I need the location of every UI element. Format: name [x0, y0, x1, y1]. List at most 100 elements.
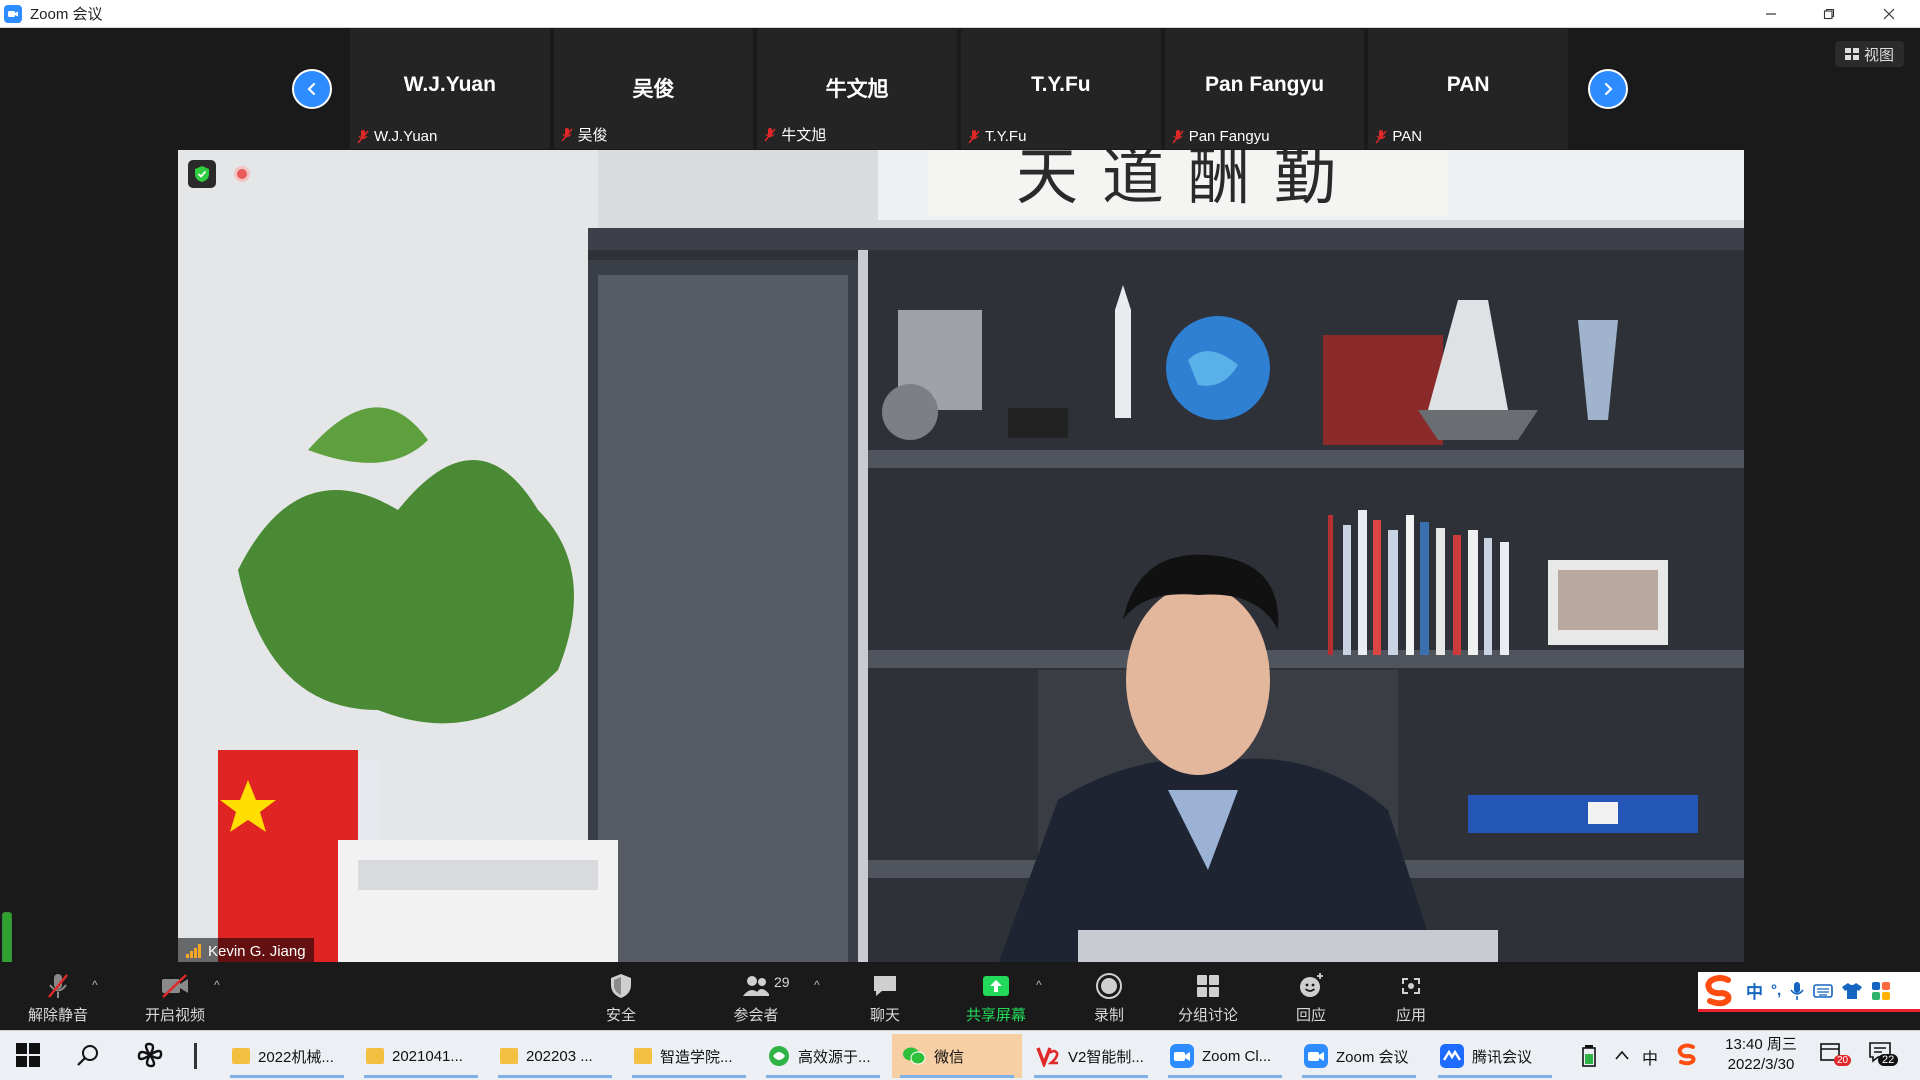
speaker-name: Kevin G. Jiang	[208, 942, 306, 960]
view-button-label: 视图	[1863, 46, 1894, 64]
participants-button[interactable]: 参会者	[728, 962, 784, 1030]
taskbar-item-folder-2022[interactable]: 2022机械...	[222, 1034, 352, 1078]
mic-muted-icon	[968, 129, 980, 143]
reactions-button[interactable]: 回应	[1290, 962, 1332, 1030]
minimize-button[interactable]	[1742, 0, 1800, 28]
record-button[interactable]: 录制	[1088, 962, 1130, 1030]
active-speaker-video[interactable]: 天道酬勤 Kevin G. Jiang	[178, 150, 1744, 964]
battery-icon[interactable]	[1582, 1045, 1596, 1067]
notification-count: 22	[1878, 1054, 1899, 1066]
apps-label: 应用	[1395, 1007, 1426, 1024]
taskbar-item-browser[interactable]: 高效源于...	[758, 1034, 888, 1078]
participant-tile[interactable]: Pan Fangyu Pan Fangyu	[1164, 29, 1365, 149]
ime-language-toggle[interactable]: 中	[1746, 978, 1763, 1003]
audio-options-caret[interactable]: ^	[92, 978, 98, 992]
ime-toolbox-icon[interactable]	[1871, 981, 1891, 1001]
v2-icon	[1036, 1047, 1059, 1067]
participants-options-caret[interactable]: ^	[814, 978, 820, 992]
calligraphy-text: 天道酬勤	[1016, 150, 1360, 213]
participant-tile[interactable]: 吴俊 吴俊	[553, 29, 754, 149]
pinned-app-button[interactable]	[136, 1041, 164, 1074]
taskbar-item-folder-zhizao[interactable]: 智造学院...	[624, 1034, 754, 1078]
chat-bubble-icon	[874, 976, 896, 996]
participant-display-name: 吴俊	[632, 78, 675, 101]
ime-skin-icon[interactable]	[1841, 982, 1863, 1000]
ime-punctuation-toggle[interactable]: °,	[1771, 982, 1781, 999]
share-options-caret[interactable]: ^	[1036, 978, 1042, 992]
security-label: 安全	[605, 1007, 636, 1024]
video-options-caret[interactable]: ^	[214, 978, 220, 992]
taskbar-item-label: Zoom 会议	[1336, 1048, 1409, 1066]
participant-name-label: 牛文旭	[781, 127, 827, 144]
folder-icon	[366, 1048, 384, 1064]
ime-toolbar: 中 °,	[1698, 972, 1920, 1012]
taskbar-item-label: 202203 ...	[526, 1047, 593, 1065]
record-icon	[1096, 973, 1122, 999]
start-button[interactable]	[16, 1043, 40, 1072]
taskbar-item-label: Zoom Cl...	[1202, 1047, 1272, 1065]
apps-button[interactable]: 应用	[1390, 962, 1432, 1030]
taskbar-item-indicator	[1438, 1075, 1552, 1078]
view-button[interactable]: 视图	[1834, 41, 1904, 67]
taskbar-item-folder-2021041[interactable]: 2021041...	[356, 1034, 486, 1078]
calendar-badge: 20	[1834, 1055, 1852, 1066]
encryption-shield-button[interactable]	[188, 160, 216, 188]
participant-display-name: 牛文旭	[825, 78, 889, 101]
participant-name-label: W.J.Yuan	[374, 128, 438, 145]
taskbar-item-label: 腾讯会议	[1472, 1048, 1533, 1066]
taskbar-item-indicator	[364, 1075, 478, 1078]
folder-icon	[232, 1048, 250, 1064]
security-button[interactable]: 安全	[596, 962, 646, 1030]
notification-center-button[interactable]: 22	[1868, 1041, 1908, 1073]
shield-check-icon	[195, 166, 209, 182]
taskbar-item-label: 高效源于...	[798, 1048, 871, 1066]
participant-tile[interactable]: T.Y.Fu T.Y.Fu	[961, 29, 1161, 149]
chevron-up-icon[interactable]	[1614, 1049, 1630, 1061]
grid-view-icon	[1844, 48, 1859, 60]
recording-indicator-icon	[234, 166, 250, 182]
taskbar-item-label: 微信	[934, 1048, 965, 1066]
share-screen-icon	[983, 976, 1009, 996]
taskbar-clock[interactable]: 13:40 周三 2022/3/30	[1708, 1035, 1814, 1077]
ime-keyboard-icon[interactable]	[1813, 983, 1833, 999]
sogou-ime-logo-icon[interactable]	[1702, 974, 1738, 1008]
tray-ime-language[interactable]: 中	[1642, 1045, 1658, 1069]
clock-date: 2022/3/30	[1727, 1056, 1795, 1073]
taskbar-item-v2[interactable]: V2智能制...	[1026, 1034, 1156, 1078]
participant-name-label: PAN	[1392, 128, 1423, 145]
taskbar-item-zoom-meeting[interactable]: Zoom 会议	[1294, 1034, 1424, 1078]
participant-tile[interactable]: 牛文旭 牛文旭	[757, 29, 958, 149]
taskbar-item-zoom-client[interactable]: Zoom Cl...	[1160, 1034, 1290, 1078]
taskbar-item-tencent-meeting[interactable]: 腾讯会议	[1430, 1034, 1560, 1078]
mic-muted-icon	[48, 974, 68, 998]
calendar-tray-button[interactable]: 20	[1820, 1041, 1852, 1071]
participant-tile[interactable]: W.J.Yuan W.J.Yuan	[350, 29, 550, 149]
search-button[interactable]	[76, 1043, 100, 1072]
taskbar-item-indicator	[766, 1075, 880, 1078]
close-button[interactable]	[1860, 0, 1918, 28]
prev-page-button[interactable]	[292, 69, 332, 109]
breakout-grid-icon	[1197, 975, 1219, 997]
share-screen-button[interactable]: 共享屏幕	[962, 962, 1030, 1030]
taskbar-item-indicator	[632, 1075, 746, 1078]
taskbar-item-indicator	[1302, 1075, 1416, 1078]
taskbar-item-folder-202203[interactable]: 202203 ...	[490, 1034, 620, 1078]
start-video-button[interactable]: 开启视频	[138, 962, 212, 1030]
taskbar-item-wechat[interactable]: 微信	[892, 1034, 1022, 1078]
breakout-rooms-button[interactable]: 分组讨论	[1174, 962, 1242, 1030]
next-page-button[interactable]	[1588, 69, 1628, 109]
participant-tile[interactable]: PAN PAN	[1368, 29, 1569, 149]
taskbar-item-label: 2022机械...	[258, 1048, 334, 1066]
unmute-button[interactable]: 解除静音	[24, 962, 92, 1030]
minimize-icon	[1766, 13, 1776, 15]
speaker-name-label: Kevin G. Jiang	[178, 938, 314, 964]
close-icon	[1883, 8, 1895, 20]
chat-button[interactable]: 聊天	[864, 962, 906, 1030]
restore-button[interactable]	[1800, 0, 1858, 28]
people-icon	[743, 976, 769, 996]
taskbar-item-indicator	[230, 1075, 344, 1078]
unmute-label: 解除静音	[27, 1007, 88, 1024]
shield-icon	[611, 974, 631, 998]
ime-voice-icon[interactable]	[1789, 981, 1805, 1001]
sogou-tray-icon[interactable]	[1676, 1043, 1698, 1067]
